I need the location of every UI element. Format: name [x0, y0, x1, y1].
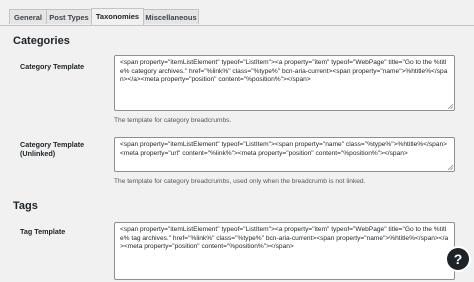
settings-tab-bar: General Post Types Taxonomies Miscellane…: [0, 0, 474, 26]
category-template-textarea[interactable]: <span property="itemListElement" typeof=…: [114, 55, 455, 111]
tag-template-value: <span property="itemListElement" typeof=…: [120, 226, 449, 251]
tab-miscellaneous[interactable]: Miscellaneous: [143, 9, 199, 24]
category-template-unlinked-textarea[interactable]: <span property="itemListElement" typeof=…: [114, 137, 455, 172]
tab-taxonomies[interactable]: Taxonomies: [91, 8, 144, 25]
tab-general[interactable]: General: [9, 9, 47, 24]
category-template-unlinked-label: Category Template (Unlinked): [20, 140, 85, 158]
resize-grip-icon[interactable]: [447, 164, 453, 170]
help-button[interactable]: ?: [447, 248, 469, 270]
categories-heading: Categories: [13, 35, 70, 47]
tag-template-textarea[interactable]: <span property="itemListElement" typeof=…: [114, 222, 455, 280]
tag-template-label: Tag Template: [20, 227, 66, 236]
category-template-value: <span property="itemListElement" typeof=…: [120, 59, 448, 84]
category-template-description: The template for category breadcrumbs.: [114, 117, 232, 124]
category-template-unlinked-description: The template for category breadcrumbs, u…: [114, 178, 366, 185]
tags-heading: Tags: [13, 200, 38, 212]
category-template-unlinked-value: <span property="itemListElement" typeof=…: [120, 141, 447, 157]
tab-post-types[interactable]: Post Types: [46, 9, 92, 24]
category-template-label: Category Template: [20, 62, 85, 71]
resize-grip-icon[interactable]: [447, 103, 453, 109]
question-mark-icon: ?: [453, 251, 463, 267]
